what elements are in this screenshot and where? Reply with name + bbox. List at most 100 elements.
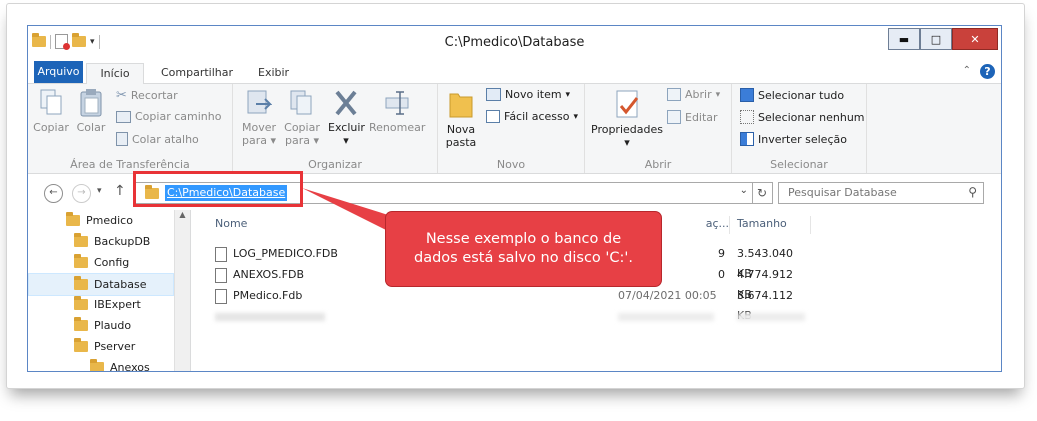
rename-button[interactable]: Renomear: [369, 88, 425, 134]
nav-item-ibexpert[interactable]: IBExpert: [28, 294, 174, 315]
minimize-button[interactable]: ▬: [888, 28, 920, 50]
cut-label: Recortar: [130, 89, 178, 102]
new-item-label: Novo item: [505, 88, 562, 101]
search-icon[interactable]: ⚲: [968, 185, 977, 199]
forward-button[interactable]: →: [72, 184, 91, 203]
new-item-button[interactable]: Novo item ▾: [486, 88, 570, 101]
collapse-ribbon-icon[interactable]: ⌃: [963, 65, 971, 76]
copy-icon: [40, 89, 62, 115]
open-button[interactable]: Abrir ▾: [667, 88, 720, 101]
folder-icon: [74, 276, 88, 290]
cut-button[interactable]: ✂ Recortar: [116, 88, 178, 103]
help-icon[interactable]: ?: [980, 64, 995, 79]
select-none-button[interactable]: Selecionar nenhum: [740, 110, 865, 124]
chevron-down-icon: ▾: [343, 134, 349, 147]
folder-icon: [74, 317, 88, 331]
organize-group: Mover para ▾ Copiar para ▾ Excluir ▾ Ren…: [233, 84, 438, 173]
select-all-button[interactable]: Selecionar tudo: [740, 88, 844, 102]
properties-icon: [616, 90, 639, 118]
nav-item-label: BackupDB: [94, 235, 151, 248]
chevron-down-icon: ▾: [624, 136, 630, 149]
chevron-down-icon: ▾: [565, 89, 571, 100]
copy-path-button[interactable]: Copiar caminho: [116, 110, 221, 123]
recent-locations-icon[interactable]: ▾: [97, 186, 102, 196]
tab-file[interactable]: Arquivo: [34, 61, 83, 83]
new-folder-button[interactable]: Nova pasta: [444, 88, 478, 149]
rename-label: Renomear: [369, 121, 426, 134]
file-icon: [215, 246, 227, 262]
folder-icon: [74, 296, 88, 310]
nav-item-backupdb[interactable]: BackupDB: [28, 231, 174, 252]
annotation-callout: Nesse exemplo o banco de dados está salv…: [386, 212, 661, 286]
file-date: 07/04/2021 00:05: [618, 289, 717, 302]
nav-item-config[interactable]: Config: [28, 252, 174, 273]
title-bar: ▾ C:\Pmedico\Database ▬ □ ✕: [28, 26, 1001, 61]
invert-selection-label: Inverter seleção: [758, 132, 847, 146]
nav-item-label: Config: [94, 256, 130, 269]
tab-share[interactable]: Compartilhar: [161, 63, 233, 82]
paste-button[interactable]: Colar: [74, 88, 108, 134]
tab-view[interactable]: Exibir: [258, 63, 289, 82]
properties-button[interactable]: Propriedades ▾: [590, 88, 664, 149]
paste-label: Colar: [76, 121, 106, 134]
divider: [729, 216, 730, 234]
column-size[interactable]: Tamanho: [737, 213, 787, 235]
nav-item-pserver[interactable]: Pserver: [28, 336, 174, 357]
copy-path-icon: [116, 110, 131, 123]
folder-icon: [66, 212, 80, 226]
select-none-icon: [740, 110, 754, 124]
scissors-icon: ✂: [116, 88, 127, 103]
back-button[interactable]: ←: [44, 184, 63, 203]
blurred-content: [215, 313, 325, 321]
ribbon-tabs: Arquivo Início Compartilhar Exibir ⌃ ?: [28, 61, 1001, 84]
file-name: LOG_PMEDICO.FDB: [233, 247, 338, 260]
easy-access-button[interactable]: Fácil acesso ▾: [486, 110, 578, 123]
delete-icon: [335, 90, 357, 116]
invert-selection-button[interactable]: Inverter seleção: [740, 132, 847, 146]
nav-item-anexos[interactable]: Anexos: [28, 357, 174, 371]
chevron-down-icon: ▾: [313, 134, 320, 147]
chevron-down-icon[interactable]: ⌄: [740, 185, 748, 196]
organize-group-label: Organizar: [308, 158, 362, 171]
refresh-button[interactable]: ↻: [752, 182, 773, 204]
move-to-label-2: para: [241, 134, 267, 147]
delete-button[interactable]: Excluir ▾: [328, 88, 365, 147]
callout-pointer: [302, 188, 398, 232]
nav-scrollbar[interactable]: ▲: [174, 210, 190, 371]
column-name[interactable]: Nome: [215, 213, 247, 235]
copy-button[interactable]: Copiar: [33, 88, 69, 134]
move-to-icon: [247, 90, 272, 114]
file-date: 0: [718, 268, 725, 281]
search-box[interactable]: ⚲: [778, 182, 984, 204]
nav-item-label: Plaudo: [94, 319, 132, 332]
select-group: Selecionar tudo Selecionar nenhum Invert…: [732, 84, 867, 173]
search-input[interactable]: [786, 185, 960, 200]
address-highlight-box: [133, 171, 303, 207]
nav-item-label: IBExpert: [94, 298, 141, 311]
column-date[interactable]: aç...: [699, 213, 729, 235]
new-group: Nova pasta Novo item ▾ Fácil acesso ▾ No…: [438, 84, 585, 173]
clipboard-group: Copiar Colar ✂ Recortar Copiar caminho C…: [28, 84, 233, 173]
maximize-button[interactable]: □: [920, 28, 952, 50]
paste-shortcut-button[interactable]: Colar atalho: [116, 132, 199, 146]
close-button[interactable]: ✕: [952, 28, 998, 50]
table-row[interactable]: PMedico.Fdb 07/04/2021 00:05 3.674.112 K…: [215, 286, 793, 322]
edit-label: Editar: [685, 110, 718, 124]
move-to-button[interactable]: Mover para ▾: [239, 88, 279, 147]
up-arrow-icon[interactable]: ↑: [114, 183, 126, 199]
move-to-label-1: Mover: [241, 121, 277, 134]
nav-item-database[interactable]: Database: [28, 273, 174, 296]
tab-home[interactable]: Início: [86, 63, 144, 84]
nav-item-pmedico[interactable]: Pmedico: [28, 210, 174, 231]
copy-to-button[interactable]: Copiar para ▾: [282, 88, 322, 147]
open-icon: [667, 88, 681, 101]
callout-line-1: Nesse exemplo o banco de: [425, 231, 622, 247]
nav-item-plaudo[interactable]: Plaudo: [28, 315, 174, 336]
copy-path-label: Copiar caminho: [135, 110, 222, 123]
edit-button[interactable]: Editar: [667, 110, 718, 124]
new-folder-label-1: Nova: [446, 123, 476, 136]
file-name: PMedico.Fdb: [233, 289, 303, 302]
select-all-icon: [740, 88, 754, 102]
folder-icon: [74, 233, 88, 247]
scroll-up-icon[interactable]: ▲: [175, 210, 190, 219]
